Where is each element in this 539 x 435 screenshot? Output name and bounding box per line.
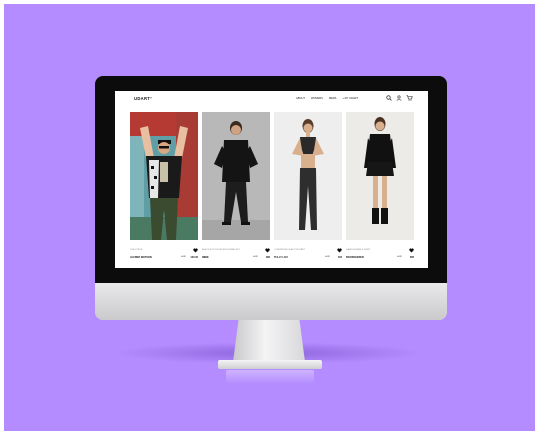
product-photo[interactable] xyxy=(130,112,198,240)
monitor-chin xyxy=(95,283,447,320)
product-photo[interactable] xyxy=(346,112,414,240)
product-price: 150 xyxy=(337,256,342,259)
stand-reflection xyxy=(226,370,314,384)
product-name[interactable]: TULLY LOU xyxy=(274,256,288,259)
product-tag: DARK BLAZER & SKIRT xyxy=(346,249,371,251)
product-meta: DARK BLAZER & SKIRT xyxy=(346,248,414,254)
product-currency: AUD xyxy=(325,256,330,258)
product-tag: BLACK BOXY BOWLER BLAZER SET xyxy=(202,249,240,251)
heart-icon[interactable] xyxy=(409,248,414,253)
product-currency: AUD xyxy=(181,256,186,258)
site-logo[interactable]: UDART° xyxy=(134,96,152,101)
product-card[interactable]: THE STEVE ALFRED WATSON AUD 120.00 xyxy=(130,112,198,264)
product-currency: AUD xyxy=(253,256,258,258)
product-name[interactable]: BOOKKEEPER xyxy=(346,256,364,259)
product-photo[interactable] xyxy=(202,112,270,240)
product-price: 120.00 xyxy=(190,256,198,259)
product-price: 280 xyxy=(265,256,270,259)
monitor-stand xyxy=(233,318,305,362)
website-screen: UDART° ABOUT WOMENS MENS + MY UDART THE … xyxy=(115,91,428,268)
nav-mens[interactable]: MENS xyxy=(329,97,337,100)
product-info: TULLY LOU AUD 150 xyxy=(274,255,342,261)
search-icon[interactable] xyxy=(386,95,392,101)
product-info: BOOKKEEPER AUD 385 xyxy=(346,255,414,261)
product-info: INDIE AUD 280 xyxy=(202,255,270,261)
product-meta: THE STEVE xyxy=(130,248,198,254)
product-info: ALFRED WATSON AUD 120.00 xyxy=(130,255,198,261)
cart-icon[interactable] xyxy=(406,95,413,101)
site-header: UDART° ABOUT WOMENS MENS + MY UDART xyxy=(115,91,428,107)
heart-icon[interactable] xyxy=(193,248,198,253)
product-name[interactable]: INDIE xyxy=(202,256,209,259)
product-tag: COMPRESSION ACTIVE PANT xyxy=(274,249,306,251)
product-grid: THE STEVE ALFRED WATSON AUD 120.00 BLACK… xyxy=(130,112,416,264)
product-meta: COMPRESSION ACTIVE PANT xyxy=(274,248,342,254)
product-price: 385 xyxy=(409,256,414,259)
product-name[interactable]: ALFRED WATSON xyxy=(130,256,152,259)
product-card[interactable]: COMPRESSION ACTIVE PANT TULLY LOU AUD 15… xyxy=(274,112,342,264)
main-nav: ABOUT WOMENS MENS + MY UDART xyxy=(296,97,358,100)
product-card[interactable]: DARK BLAZER & SKIRT BOOKKEEPER AUD 385 xyxy=(346,112,414,264)
monitor-stand-base xyxy=(218,360,322,369)
product-meta: BLACK BOXY BOWLER BLAZER SET xyxy=(202,248,270,254)
product-card[interactable]: BLACK BOXY BOWLER BLAZER SET INDIE AUD 2… xyxy=(202,112,270,264)
product-photo[interactable] xyxy=(274,112,342,240)
product-tag: THE STEVE xyxy=(130,249,143,251)
heart-icon[interactable] xyxy=(265,248,270,253)
heart-icon[interactable] xyxy=(337,248,342,253)
product-currency: AUD xyxy=(397,256,402,258)
user-icon[interactable] xyxy=(396,95,402,101)
nav-womens[interactable]: WOMENS xyxy=(311,97,323,100)
nav-my-udart[interactable]: + MY UDART xyxy=(342,97,358,100)
nav-about[interactable]: ABOUT xyxy=(296,97,305,100)
